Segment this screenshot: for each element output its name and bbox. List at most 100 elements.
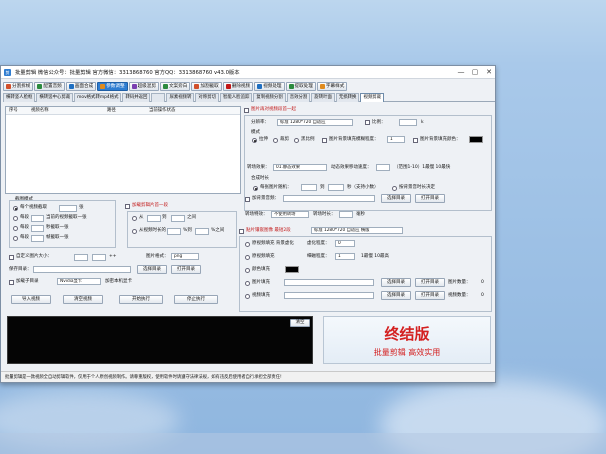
custom-height-input[interactable] <box>92 254 106 261</box>
clip-opt-1-radio[interactable] <box>245 255 250 260</box>
bg-open-button[interactable]: 打开目录 <box>415 194 445 203</box>
vid-fill-input[interactable] <box>284 292 374 299</box>
trim-opt-3-input[interactable] <box>31 235 44 242</box>
custom-size-checkbox[interactable] <box>9 255 14 260</box>
toolbar-button-3[interactable]: 参数调整 <box>97 81 128 91</box>
toolbar-button-6[interactable]: 加割截取 <box>191 81 222 91</box>
from-radio[interactable] <box>132 216 137 221</box>
clip-checkbox[interactable] <box>239 229 244 234</box>
bg-select-button[interactable]: 选择目录 <box>381 194 411 203</box>
tab-0[interactable]: 横转竖人脸框 <box>3 93 36 102</box>
stop-button[interactable]: 停止执行 <box>174 295 218 304</box>
dur-to-input[interactable] <box>328 184 344 191</box>
blur-fill-select[interactable]: 1 <box>387 136 405 143</box>
close-button[interactable]: ✕ <box>485 67 493 78</box>
title-bar[interactable]: 剪 批量剪辑 微信公众号：批量剪辑 官方微信：3313868760 官方QQ：3… <box>1 66 495 79</box>
log-console[interactable]: 清空 <box>7 316 313 364</box>
img-fill-input[interactable] <box>284 279 374 286</box>
toolbar-button-10[interactable]: 字幕样式 <box>316 81 348 91</box>
trim-opt-0-input[interactable] <box>59 205 77 212</box>
import-video-button[interactable]: 导入视频 <box>11 295 51 304</box>
toolbar-button-4[interactable]: 超级混剪 <box>128 81 159 91</box>
save-dir-label: 保存目录： <box>9 267 32 272</box>
tab-4[interactable] <box>151 93 166 102</box>
dur-random-radio[interactable] <box>253 186 258 191</box>
mode-stretch-radio[interactable] <box>252 138 257 143</box>
tab-12[interactable]: 视频剪裁 <box>360 93 385 102</box>
transition-select[interactable]: 01.静态效果 <box>273 164 327 171</box>
bgcolor-swatch[interactable] <box>469 136 483 143</box>
toolbar-button-9[interactable]: 提取处理 <box>285 81 316 91</box>
tab-6[interactable]: 对称剪切 <box>195 93 219 102</box>
fill-color-swatch[interactable] <box>285 266 299 273</box>
open-dir-button[interactable]: 打开目录 <box>171 265 201 274</box>
clear-log-button[interactable]: 清空 <box>290 319 310 327</box>
clear-video-button[interactable]: 清空视频 <box>63 295 103 304</box>
toolbar-button-5[interactable]: 文案旁白 <box>159 81 191 91</box>
tab-5[interactable]: 尿素视频转 <box>166 93 195 102</box>
subdir-checkbox[interactable] <box>9 280 14 285</box>
pct-from-input[interactable] <box>167 228 181 235</box>
trans-speed-input[interactable] <box>376 164 390 171</box>
maximize-button[interactable]: ▢ <box>471 67 479 78</box>
toolbar-button-8[interactable]: 视频处理 <box>254 81 285 91</box>
pct-to-input[interactable] <box>195 228 209 235</box>
clip-opt-2-radio[interactable] <box>245 268 250 273</box>
toolbar-button-0[interactable]: 分割拆帧 <box>3 81 34 91</box>
blur-level-select[interactable]: 0 <box>335 240 355 247</box>
random-radio[interactable] <box>132 229 137 234</box>
trim-opt-0-radio[interactable] <box>13 206 18 211</box>
toolbar-button-2[interactable]: 画面合成 <box>65 81 97 91</box>
bg-audio-checkbox[interactable] <box>245 197 250 202</box>
tab-9[interactable]: 音效分割 <box>286 93 311 102</box>
custom-width-input[interactable] <box>74 254 88 261</box>
trim-opt-1-radio[interactable] <box>13 216 18 221</box>
mode-crop-radio[interactable] <box>273 138 278 143</box>
trim-opt-3-radio[interactable] <box>13 236 18 241</box>
clip-opt-4-radio[interactable] <box>245 294 250 299</box>
bgcolor-checkbox[interactable] <box>413 138 418 143</box>
fade-select[interactable]: 不使用转场 <box>271 211 309 218</box>
tab-1[interactable]: 横转竖中心剪裁 <box>36 93 74 102</box>
img-open-button[interactable]: 打开目录 <box>415 278 445 287</box>
trim-opt-2-input[interactable] <box>31 225 44 232</box>
res-select[interactable]: 标准 1280*720 自适应 <box>277 119 353 126</box>
bg-audio-input[interactable] <box>283 195 375 202</box>
dur-from-input[interactable] <box>301 184 317 191</box>
clip-opt-3-radio[interactable] <box>245 281 250 286</box>
tab-11[interactable]: 无损转换 <box>335 93 360 102</box>
img-format-label: 图片格式： <box>146 254 169 259</box>
start-button[interactable]: 开始执行 <box>119 295 163 304</box>
minimize-button[interactable]: — <box>457 67 465 78</box>
from-input[interactable] <box>147 215 161 222</box>
blur-fill-checkbox[interactable] <box>322 138 327 143</box>
gpu-select[interactable]: Nvidia显卡 <box>57 278 101 285</box>
toolbar-button-1[interactable]: 配置音频 <box>34 81 65 91</box>
vid-select-button[interactable]: 选择目录 <box>381 291 411 300</box>
tab-8[interactable]: 复制视频分割 <box>253 93 286 102</box>
clip-res-select[interactable]: 标准 1280*720 自适应 横版 <box>311 227 403 234</box>
tab-3[interactable]: 转码并返回 <box>122 93 151 102</box>
fade-dur-input[interactable] <box>339 211 353 218</box>
tab-2[interactable]: mov格式转mp4格式 <box>74 93 122 102</box>
ratio-checkbox[interactable] <box>365 120 370 125</box>
head-join-checkbox[interactable] <box>244 108 249 113</box>
img-select-button[interactable]: 选择目录 <box>381 278 411 287</box>
vid-open-button[interactable]: 打开目录 <box>415 291 445 300</box>
dur-bgm-radio[interactable] <box>392 186 397 191</box>
select-dir-button[interactable]: 选择目录 <box>137 265 167 274</box>
tab-7[interactable]: 智能人脸追踪 <box>220 93 253 102</box>
head-segment-checkbox[interactable] <box>125 204 130 209</box>
trim-opt-2-radio[interactable] <box>13 226 18 231</box>
video-list[interactable]: 序号 视频名称 路径 当前操作状态 <box>5 106 241 194</box>
ratio-input[interactable] <box>399 119 417 126</box>
mode-ratio-radio[interactable] <box>294 138 299 143</box>
detail-level-select[interactable]: 1 <box>335 253 355 260</box>
save-dir-input[interactable] <box>33 266 131 273</box>
tab-10[interactable]: 旋转叶面 <box>311 93 335 102</box>
to-input[interactable] <box>171 215 185 222</box>
img-format-select[interactable]: png <box>171 253 199 260</box>
clip-opt-0-radio[interactable] <box>245 242 250 247</box>
trim-opt-1-input[interactable] <box>31 215 44 222</box>
toolbar-button-7[interactable]: 删除视频 <box>222 81 254 91</box>
